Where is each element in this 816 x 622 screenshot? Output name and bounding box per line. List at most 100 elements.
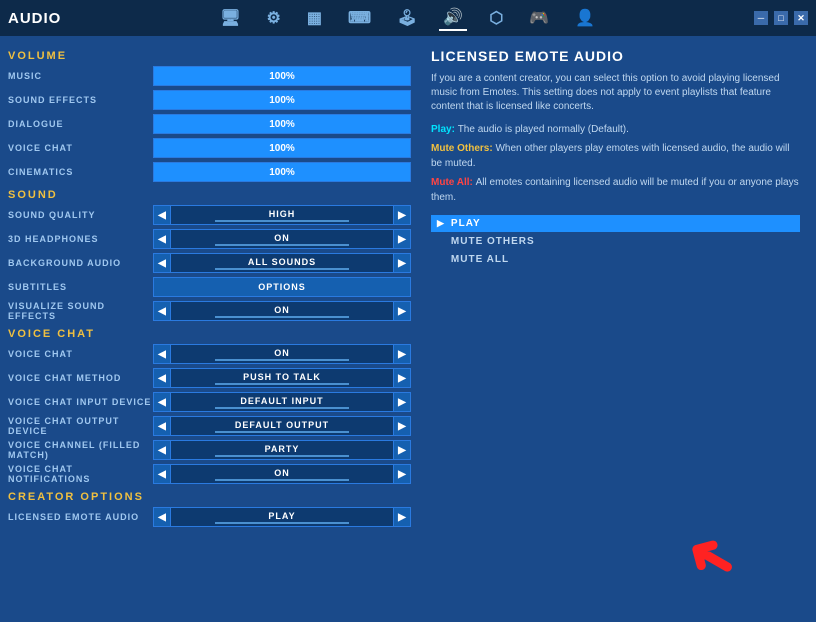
choice-mute-all[interactable]: ▶ MUTE ALL (431, 251, 800, 268)
voice-chat-method-prev[interactable]: ◀ (153, 368, 171, 388)
nav-icons-bar: 🖥 ⚙ ▦ ⌨ 🕹 🔊 ⬡ 🎮 👤 (61, 5, 754, 31)
voice-chat-method-value: PUSH TO TALK (243, 372, 321, 382)
voice-output-device-value-box: DEFAULT OUTPUT (171, 416, 393, 436)
voice-channel-row: VOICE CHANNEL (FILLED MATCH) ◀ PARTY ▶ (8, 439, 411, 461)
music-value: 100% (269, 71, 295, 82)
headphones-value-box: ON (171, 229, 393, 249)
headphones-prev[interactable]: ◀ (153, 229, 171, 249)
red-arrow-indicator: ➜ (672, 516, 751, 602)
creator-options-section-header: CREATOR OPTIONS (8, 491, 411, 503)
controller-alt-icon[interactable]: 🕹 (393, 6, 421, 30)
choice-mute-others-label: MUTE OTHERS (451, 236, 535, 247)
voice-chat-method-next[interactable]: ▶ (393, 368, 411, 388)
voice-channel-prev[interactable]: ◀ (153, 440, 171, 460)
voice-channel-label: VOICE CHANNEL (FILLED MATCH) (8, 440, 153, 460)
voice-notifications-label: VOICE CHAT NOTIFICATIONS (8, 464, 153, 484)
user-icon[interactable]: 👤 (571, 6, 599, 30)
visualize-sound-next[interactable]: ▶ (393, 301, 411, 321)
voice-chat-toggle-prev[interactable]: ◀ (153, 344, 171, 364)
close-button[interactable]: ✕ (794, 11, 808, 25)
sound-quality-value-box: HIGH (171, 205, 393, 225)
gear-icon[interactable]: ⚙ (263, 6, 285, 30)
maximize-button[interactable]: □ (774, 11, 788, 25)
left-panel: VOLUME MUSIC 100% SOUND EFFECTS 100% DIA… (0, 36, 415, 622)
sound-quality-next[interactable]: ▶ (393, 205, 411, 225)
cinematics-value: 100% (269, 167, 295, 178)
voice-chat-volume-row: VOICE CHAT 100% (8, 137, 411, 159)
sound-effects-slider[interactable]: 100% (153, 90, 411, 110)
visualize-sound-selector: ◀ ON ▶ (153, 301, 411, 321)
voice-input-device-value: DEFAULT INPUT (240, 396, 323, 406)
choice-play[interactable]: ▶ PLAY (431, 215, 800, 232)
display-icon[interactable]: ▦ (303, 6, 326, 30)
keyboard-icon[interactable]: ⌨ (344, 6, 375, 30)
audio-icon[interactable]: 🔊 (439, 5, 467, 31)
headphones-next[interactable]: ▶ (393, 229, 411, 249)
choice-mute-all-label: MUTE ALL (451, 254, 509, 265)
monitor-icon[interactable]: 🖥 (216, 6, 244, 30)
headphones-row: 3D HEADPHONES ◀ ON ▶ (8, 228, 411, 250)
mute-all-description: Mute All: All emotes containing licensed… (431, 175, 800, 205)
sound-quality-selector: ◀ HIGH ▶ (153, 205, 411, 225)
licensed-emote-audio-selector: ◀ PLAY ▶ (153, 507, 411, 527)
licensed-emote-audio-desc: If you are a content creator, you can se… (431, 72, 800, 114)
voice-notifications-next[interactable]: ▶ (393, 464, 411, 484)
voice-notifications-value-box: ON (171, 464, 393, 484)
music-slider[interactable]: 100% (153, 66, 411, 86)
voice-chat-method-row: VOICE CHAT METHOD ◀ PUSH TO TALK ▶ (8, 367, 411, 389)
sound-quality-prev[interactable]: ◀ (153, 205, 171, 225)
subtitles-options-text: OPTIONS (258, 282, 306, 292)
minimize-button[interactable]: ─ (754, 11, 768, 25)
background-audio-next[interactable]: ▶ (393, 253, 411, 273)
voice-output-device-prev[interactable]: ◀ (153, 416, 171, 436)
choice-mute-others[interactable]: ▶ MUTE OTHERS (431, 233, 800, 250)
choice-play-arrow: ▶ (437, 218, 445, 229)
mute-all-text: All emotes containing licensed audio wil… (431, 177, 799, 203)
licensed-emote-audio-prev[interactable]: ◀ (153, 507, 171, 527)
voice-channel-next[interactable]: ▶ (393, 440, 411, 460)
subtitles-row: SUBTITLES OPTIONS (8, 276, 411, 298)
dialogue-value: 100% (269, 119, 295, 130)
voice-chat-toggle-next[interactable]: ▶ (393, 344, 411, 364)
visualize-sound-value: ON (274, 305, 290, 315)
dialogue-slider[interactable]: 100% (153, 114, 411, 134)
visualize-sound-prev[interactable]: ◀ (153, 301, 171, 321)
visualize-sound-label: VISUALIZE SOUND EFFECTS (8, 301, 153, 321)
gamepad-icon[interactable]: 🎮 (525, 6, 553, 30)
voice-chat-method-selector: ◀ PUSH TO TALK ▶ (153, 368, 411, 388)
subtitles-options-button[interactable]: OPTIONS (153, 277, 411, 297)
subtitles-label: SUBTITLES (8, 282, 153, 292)
network-icon[interactable]: ⬡ (485, 6, 507, 30)
dialogue-row: DIALOGUE 100% (8, 113, 411, 135)
voice-chat-toggle-value: ON (274, 348, 290, 358)
voice-notifications-prev[interactable]: ◀ (153, 464, 171, 484)
voice-chat-toggle-selector: ◀ ON ▶ (153, 344, 411, 364)
background-audio-prev[interactable]: ◀ (153, 253, 171, 273)
voice-output-device-next[interactable]: ▶ (393, 416, 411, 436)
visualize-sound-row: VISUALIZE SOUND EFFECTS ◀ ON ▶ (8, 300, 411, 322)
voice-chat-volume-slider[interactable]: 100% (153, 138, 411, 158)
voice-chat-method-value-box: PUSH TO TALK (171, 368, 393, 388)
licensed-emote-audio-value-box: PLAY (171, 507, 393, 527)
visualize-sound-value-box: ON (171, 301, 393, 321)
licensed-emote-audio-next[interactable]: ▶ (393, 507, 411, 527)
sound-section-header: SOUND (8, 189, 411, 201)
voice-input-device-value-box: DEFAULT INPUT (171, 392, 393, 412)
voice-input-device-next[interactable]: ▶ (393, 392, 411, 412)
cinematics-row: CINEMATICS 100% (8, 161, 411, 183)
background-audio-label: BACKGROUND AUDIO (8, 258, 153, 268)
sound-quality-value: HIGH (269, 209, 296, 219)
licensed-emote-audio-row: LICENSED EMOTE AUDIO ◀ PLAY ▶ (8, 506, 411, 528)
voice-channel-selector: ◀ PARTY ▶ (153, 440, 411, 460)
cinematics-slider[interactable]: 100% (153, 162, 411, 182)
licensed-emote-audio-value: PLAY (268, 511, 295, 521)
voice-chat-toggle-label: VOICE CHAT (8, 349, 153, 359)
voice-notifications-value: ON (274, 468, 290, 478)
title-bar: Audio 🖥 ⚙ ▦ ⌨ 🕹 🔊 ⬡ 🎮 👤 ─ □ ✕ (0, 0, 816, 36)
voice-input-device-prev[interactable]: ◀ (153, 392, 171, 412)
background-audio-value-box: ALL SOUNDS (171, 253, 393, 273)
voice-chat-method-label: VOICE CHAT METHOD (8, 373, 153, 383)
mute-others-description: Mute Others: When other players play emo… (431, 141, 800, 171)
cinematics-label: CINEMATICS (8, 167, 153, 177)
voice-chat-toggle-value-box: ON (171, 344, 393, 364)
